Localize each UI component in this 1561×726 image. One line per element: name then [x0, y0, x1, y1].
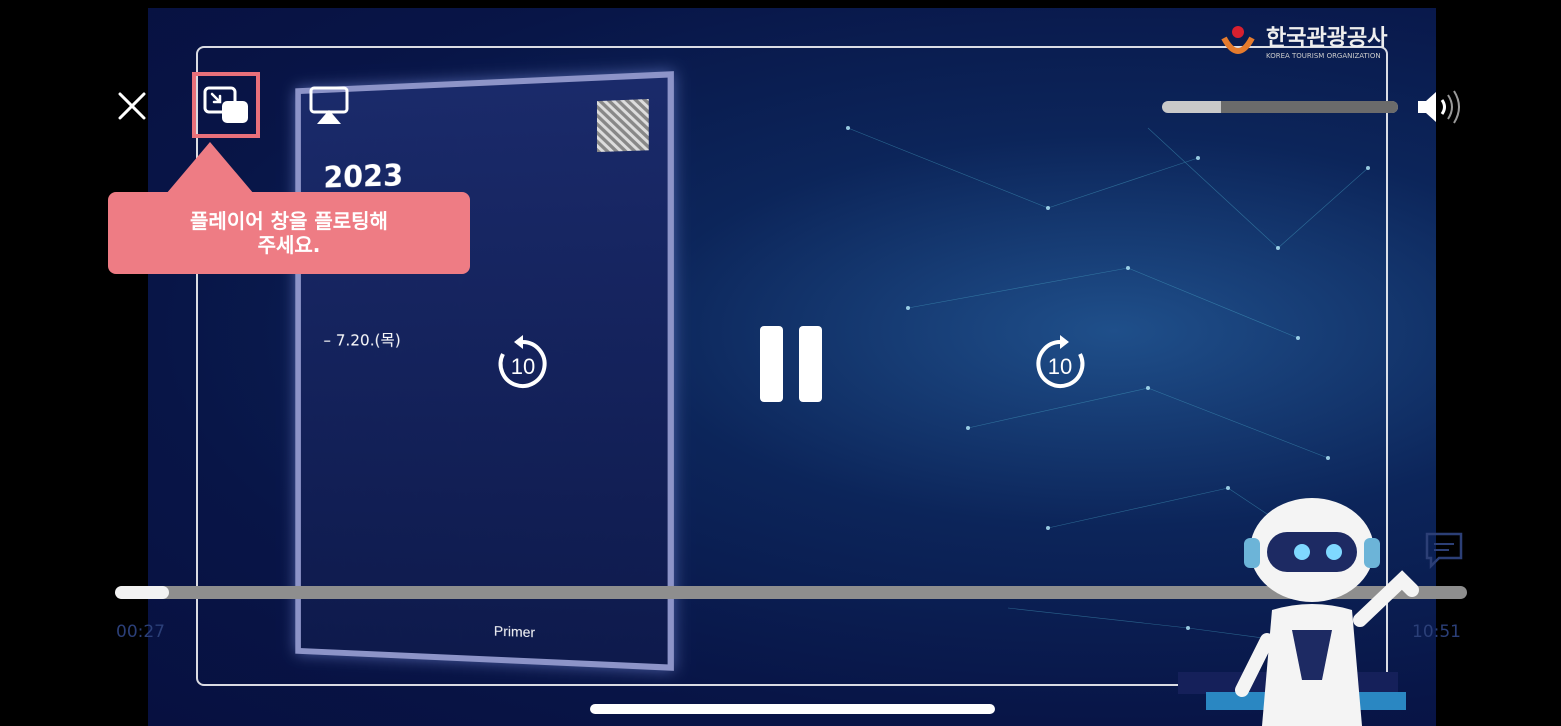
tooltip-line2: 주세요.	[257, 233, 321, 257]
skip-back-label: 10	[511, 354, 535, 379]
skip-back-button[interactable]: 10	[493, 334, 553, 394]
tooltip-arrow	[166, 142, 254, 194]
logo: 한국관광공사 KOREA TOURISM ORGANIZATION	[1218, 20, 1387, 60]
picture-in-picture-icon	[203, 86, 248, 123]
logo-text: 한국관광공사	[1266, 26, 1388, 51]
poster-date: – 7.20.(목)	[323, 330, 401, 350]
home-indicator	[590, 704, 995, 714]
robot-mascot	[1235, 498, 1419, 726]
logo-icon	[1221, 26, 1255, 54]
airplay-icon[interactable]	[308, 84, 350, 126]
pause-icon-bar-right	[799, 326, 822, 402]
pause-button[interactable]	[760, 326, 822, 402]
close-icon[interactable]	[112, 86, 152, 126]
picture-in-picture-button[interactable]	[192, 72, 260, 138]
speaker-icon[interactable]	[1414, 88, 1466, 126]
elapsed-time: 00:27	[116, 622, 165, 642]
tooltip-line1: 플레이어 창을 플로팅해	[190, 209, 388, 233]
qr-code-icon	[596, 98, 649, 153]
event-poster: 2023 – 7.20.(목) Primer	[295, 71, 674, 671]
logo-subtext: KOREA TOURISM ORGANIZATION	[1266, 52, 1381, 60]
volume-slider[interactable]	[1162, 101, 1398, 113]
volume-level	[1221, 101, 1398, 113]
pip-tooltip: 플레이어 창을 플로팅해 주세요.	[108, 192, 470, 274]
poster-year: 2023	[323, 158, 404, 196]
pause-icon-bar-left	[760, 326, 783, 402]
skip-forward-label: 10	[1048, 354, 1072, 379]
progress-fill	[115, 586, 170, 599]
skip-forward-button[interactable]: 10	[1030, 334, 1090, 394]
poster-brand: Primer	[493, 622, 536, 641]
